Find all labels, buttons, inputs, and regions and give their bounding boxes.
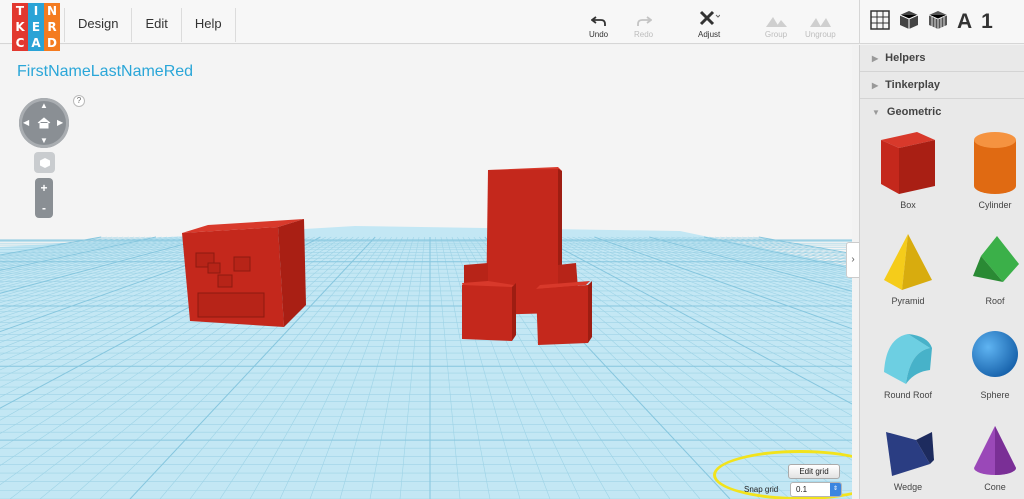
striped-cube-icon[interactable] <box>928 10 948 35</box>
box-icon <box>881 132 935 194</box>
view-cube-icon <box>39 157 50 168</box>
cone-icon <box>974 426 1016 475</box>
workplane[interactable]: FirstNameLastNameRed ▲ ▼ ◀ ▶ ? + - Edit … <box>0 45 852 499</box>
help-icon[interactable]: ? <box>73 95 85 107</box>
menu-edit[interactable]: Edit <box>132 8 182 42</box>
collapse-panel-button[interactable]: › <box>846 242 860 278</box>
shape-roof[interactable]: Roof <box>950 232 1024 306</box>
collapsed-arrow-icon: ▶ <box>872 54 879 63</box>
shape-label: Roof <box>985 296 1005 306</box>
home-view-icon[interactable] <box>35 114 53 132</box>
shape-label: Box <box>900 200 916 210</box>
undo-icon <box>589 8 608 28</box>
shape-box[interactable]: Box <box>863 128 953 210</box>
shapes-panel: ▶ Helpers ▶ Tinkerplay ▼ Geometric Box Cyli… <box>859 45 1024 499</box>
logo-letter: K <box>12 19 28 35</box>
logo-letter: N <box>44 3 60 19</box>
section-tinkerplay-label: Tinkerplay <box>885 79 940 91</box>
shape-label: Pyramid <box>891 296 925 306</box>
ungroup-icon <box>805 8 836 28</box>
shape-cylinder[interactable]: Cylinder <box>950 128 1024 210</box>
menu-help[interactable]: Help <box>182 8 236 42</box>
redo-icon <box>634 8 653 28</box>
sphere-icon <box>972 331 1018 377</box>
adjust-button[interactable]: Adjust <box>698 8 720 39</box>
logo-letter: A <box>28 35 44 51</box>
cylinder-icon <box>974 132 1016 194</box>
select-arrows-icon: ⇕ <box>830 483 841 496</box>
group-icon <box>764 8 788 28</box>
orbit-left-icon[interactable]: ◀ <box>23 118 29 127</box>
shape-pyramid[interactable]: Pyramid <box>863 232 953 306</box>
logo-letter: I <box>28 3 44 19</box>
wedge-icon <box>886 432 934 476</box>
snap-grid-label: Snap grid <box>744 485 779 494</box>
undo-button[interactable]: Undo <box>589 8 608 39</box>
shape-cone[interactable]: Cone <box>950 424 1024 492</box>
shape-sphere[interactable]: Sphere <box>950 326 1024 400</box>
section-tinkerplay[interactable]: ▶ Tinkerplay <box>860 72 1024 99</box>
adjust-icon <box>698 8 721 28</box>
redo-button[interactable]: Redo <box>634 8 653 39</box>
snap-grid-select[interactable]: 0.1 ⇕ <box>790 482 842 497</box>
creeper-object[interactable] <box>458 165 598 350</box>
logo-letter: T <box>12 3 28 19</box>
shape-label: Cylinder <box>978 200 1012 210</box>
shape-label: Cone <box>984 482 1006 492</box>
tinkercad-logo[interactable]: TINKERCAD <box>12 3 60 51</box>
logo-letter: R <box>44 19 60 35</box>
logo-letter: C <box>12 35 28 51</box>
shape-label: Round Roof <box>883 390 933 400</box>
face-cube-object[interactable] <box>178 215 308 327</box>
shape-label: Sphere <box>980 390 1010 400</box>
section-geometric-label: Geometric <box>886 106 942 118</box>
shape-wedge[interactable]: Wedge <box>863 424 953 492</box>
section-helpers[interactable]: ▶ Helpers <box>860 45 1024 72</box>
top-toolbar: TINKERCAD Design Edit Help Undo Redo Adj… <box>0 0 1024 51</box>
ungroup-label: Ungroup <box>805 30 836 39</box>
round-roof-icon <box>884 334 932 384</box>
shape-label: Wedge <box>893 482 923 492</box>
group-label: Group <box>764 30 788 39</box>
orbit-down-icon[interactable]: ▼ <box>40 136 48 145</box>
redo-label: Redo <box>634 30 654 39</box>
view-tools: A 1 <box>859 0 1024 44</box>
zoom-out-button[interactable]: - <box>35 198 53 218</box>
collapsed-arrow-icon: ▶ <box>872 81 879 90</box>
pyramid-icon <box>884 234 932 290</box>
logo-letter: E <box>28 19 44 35</box>
orbit-right-icon[interactable]: ▶ <box>57 118 63 127</box>
roof-icon <box>973 236 1019 282</box>
design-title[interactable]: FirstNameLastNameRed <box>17 63 193 81</box>
logo-letter: D <box>44 35 60 51</box>
view-cube-button[interactable] <box>34 152 55 173</box>
text-shape-icon[interactable]: A <box>957 10 972 34</box>
group-button[interactable]: Group <box>764 8 788 39</box>
grid-view-icon[interactable] <box>870 9 890 35</box>
undo-label: Undo <box>589 30 609 39</box>
expanded-arrow-icon: ▼ <box>872 108 880 117</box>
section-geometric[interactable]: ▼ Geometric <box>860 99 1024 126</box>
zoom-in-button[interactable]: + <box>35 178 53 198</box>
menu-design[interactable]: Design <box>64 8 133 42</box>
solid-cube-icon[interactable] <box>899 10 919 35</box>
section-helpers-label: Helpers <box>885 52 926 64</box>
grid-plane[interactable] <box>0 45 852 499</box>
zoom-control: + - <box>35 178 53 218</box>
view-navigation-control[interactable]: ▲ ▼ ◀ ▶ <box>19 98 69 148</box>
ungroup-button[interactable]: Ungroup <box>805 8 836 39</box>
number-shape-icon[interactable]: 1 <box>981 10 993 34</box>
edit-grid-button[interactable]: Edit grid <box>788 464 840 479</box>
snap-grid-value: 0.1 <box>796 485 808 494</box>
adjust-label: Adjust <box>698 30 721 39</box>
orbit-up-icon[interactable]: ▲ <box>40 101 48 110</box>
main-menu: Design Edit Help <box>64 8 236 42</box>
shape-round-roof[interactable]: Round Roof <box>863 326 953 400</box>
